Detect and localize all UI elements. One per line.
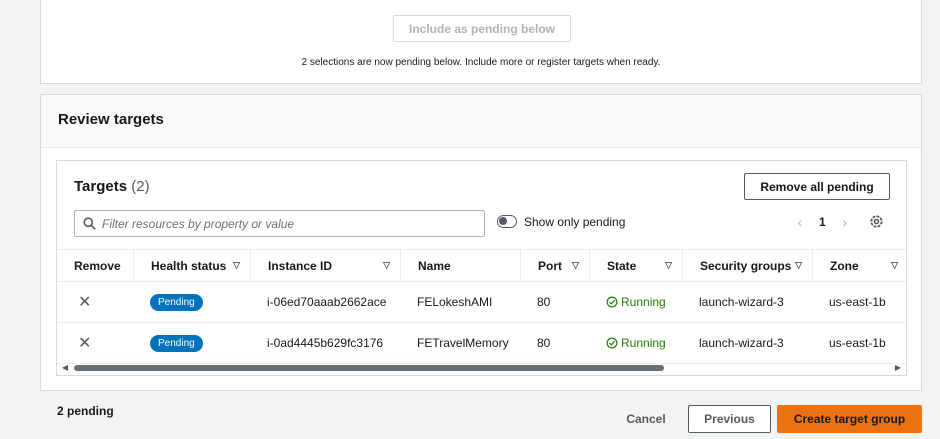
column-header-health[interactable]: Health status ▽ [133, 249, 250, 282]
instance-id: i-0ad4445b629fc3176 [250, 322, 400, 364]
status-badge: Pending [150, 334, 203, 352]
column-header-name[interactable]: Name [400, 249, 520, 282]
security-group: launch-wizard-3 [682, 281, 812, 323]
table-row: ✕ Pending i-06ed70aaab2662ace FELokeshAM… [57, 281, 906, 323]
column-header-port[interactable]: Port ▽ [520, 249, 589, 282]
state: Running [606, 295, 682, 309]
horizontal-scrollbar[interactable]: ◀ ▶ [60, 362, 905, 374]
targets-table-container: Targets (2) Remove all pending Filter re… [56, 160, 907, 376]
status-badge: Pending [150, 293, 203, 311]
check-circle-icon [606, 337, 618, 349]
close-icon[interactable]: ✕ [57, 294, 91, 311]
gear-icon[interactable] [869, 214, 884, 229]
show-only-pending-toggle[interactable] [497, 215, 517, 228]
column-header-state[interactable]: State ▽ [589, 249, 682, 282]
table-row: ✕ Pending i-0ad4445b629fc3176 FETravelMe… [57, 322, 906, 364]
search-input[interactable]: Filter resources by property or value [74, 210, 485, 237]
table-header-row: Remove Health status ▽ Instance ID ▽ Name … [57, 249, 906, 282]
sort-icon[interactable]: ▽ [383, 260, 390, 271]
search-icon [83, 217, 96, 230]
scroll-left-icon[interactable]: ◀ [62, 363, 68, 372]
column-header-security-groups[interactable]: Security groups ▽ [682, 249, 812, 282]
chevron-left-icon[interactable]: ‹ [793, 214, 807, 230]
targets-title: Targets (2) [74, 178, 150, 195]
port: 80 [520, 322, 589, 364]
show-only-pending-label: Show only pending [524, 215, 626, 229]
pagination: ‹ 1 › [793, 214, 852, 230]
sort-icon[interactable]: ▽ [891, 260, 898, 271]
port: 80 [520, 281, 589, 323]
instance-id: i-06ed70aaab2662ace [250, 281, 400, 323]
chevron-right-icon[interactable]: › [838, 214, 852, 230]
cancel-button[interactable]: Cancel [614, 405, 678, 432]
zone: us-east-1b [812, 281, 906, 323]
sort-icon[interactable]: ▽ [665, 260, 672, 271]
search-placeholder: Filter resources by property or value [102, 216, 295, 231]
state: Running [606, 336, 682, 350]
zone: us-east-1b [812, 322, 906, 364]
security-group: launch-wizard-3 [682, 322, 812, 364]
sort-icon[interactable]: ▽ [233, 260, 240, 271]
close-icon[interactable]: ✕ [57, 335, 91, 352]
sort-icon[interactable]: ▽ [795, 260, 802, 271]
review-header: Review targets [41, 95, 921, 148]
check-circle-icon [606, 296, 618, 308]
sort-icon[interactable]: ▽ [572, 260, 579, 271]
scroll-right-icon[interactable]: ▶ [895, 363, 901, 372]
targets-count: (2) [131, 178, 150, 195]
review-targets-panel: Review targets Targets (2) Remove all pe… [40, 94, 922, 391]
pending-note: 2 selections are now pending below. Incl… [301, 57, 661, 68]
column-header-remove: Remove [57, 249, 133, 282]
instance-name: FELokeshAMI [400, 281, 520, 323]
instance-name: FETravelMemory [400, 322, 520, 364]
review-title: Review targets [58, 111, 164, 128]
include-panel: Include as pending below 2 selections ar… [40, 0, 922, 84]
column-header-instance-id[interactable]: Instance ID ▽ [250, 249, 400, 282]
create-target-group-button[interactable]: Create target group [777, 405, 922, 433]
targets-table: Remove Health status ▽ Instance ID ▽ Name … [57, 249, 906, 364]
targets-title-text: Targets [74, 178, 128, 195]
page-number[interactable]: 1 [819, 215, 826, 229]
previous-button[interactable]: Previous [688, 405, 771, 433]
include-as-pending-button[interactable]: Include as pending below [393, 15, 571, 42]
remove-all-pending-button[interactable]: Remove all pending [744, 173, 890, 200]
column-header-zone[interactable]: Zone ▽ [812, 249, 906, 282]
scrollbar-thumb[interactable] [74, 365, 664, 371]
pending-count: 2 pending [57, 404, 114, 418]
